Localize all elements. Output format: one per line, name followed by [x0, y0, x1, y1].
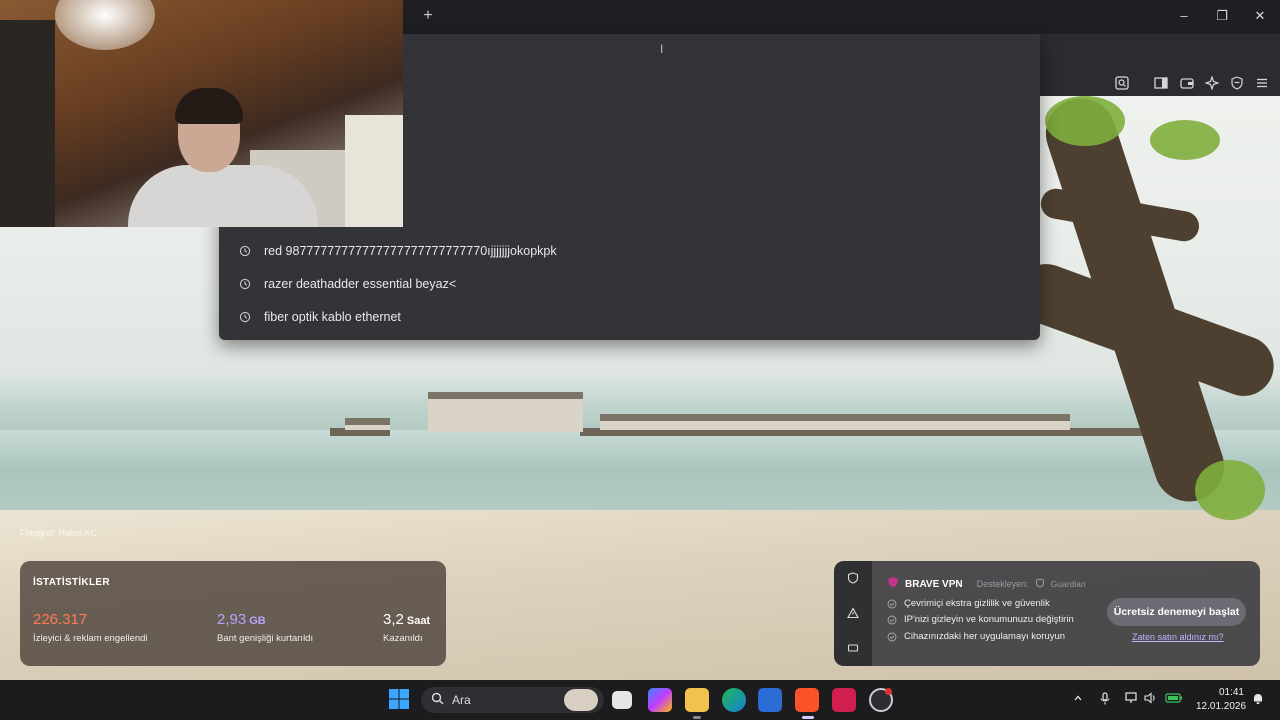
notifications-bell-icon[interactable] — [1250, 692, 1266, 708]
battery-charging-icon[interactable] — [1165, 692, 1182, 708]
menu-icon[interactable] — [1253, 76, 1271, 94]
vpn-sponsor-label: Destekleyen: — [976, 579, 1029, 589]
omnibox-suggestion[interactable]: red 98777777777777777777777777770ıjjjjjj… — [219, 234, 1040, 267]
vpn-widget: BRAVE VPN Destekleyen: Guardian Çevrimiç… — [834, 561, 1260, 666]
poster — [345, 115, 403, 227]
photo-credit: Fotoğraf: Rahul KC — [20, 528, 98, 538]
vpn-feature: Çevrimiçi ekstra gizlilik ve güvenlik — [887, 598, 1050, 609]
vpn-feature-text: Çevrimiçi ekstra gizlilik ve güvenlik — [904, 598, 1050, 609]
sidebar-icon[interactable] — [1152, 76, 1170, 94]
search-highlight-image — [564, 689, 598, 711]
clock-date: 12.01.2026 — [1196, 701, 1247, 712]
brave-vpn-logo-icon — [887, 575, 899, 593]
foliage — [1045, 96, 1125, 146]
stat-label: Kazanıldı — [383, 633, 423, 644]
taskbar-search-input[interactable] — [452, 693, 552, 707]
history-icon — [236, 275, 254, 293]
stat-value: 2,93 — [217, 611, 247, 628]
start-free-trial-button[interactable]: Ücretsiz denemeyi başlat — [1107, 598, 1246, 626]
stat-label: İzleyici & reklam engellendi — [33, 633, 148, 644]
stat-value: 3,2 — [383, 611, 404, 628]
maximize-button[interactable]: ❐ — [1210, 6, 1234, 26]
vpn-feature-text: Cihazınızdaki her uygulamayı koruyun — [904, 631, 1066, 642]
microsoft-store-icon[interactable] — [758, 688, 782, 712]
search-icon — [431, 692, 444, 708]
water-villas-row — [600, 414, 1070, 430]
stat-bandwidth-saved: 2,93 GB Bant genişliği kurtarıldı — [217, 611, 313, 644]
minimize-button[interactable]: – — [1172, 6, 1196, 26]
sea — [0, 430, 1280, 520]
microphone-icon[interactable] — [1097, 692, 1113, 708]
foliage — [1195, 460, 1265, 520]
stats-widget: İSTATİSTİKLER 226.317 İzleyici & reklam … — [20, 561, 446, 666]
shield-icon[interactable] — [846, 572, 860, 586]
network-icon[interactable] — [1124, 692, 1140, 708]
page-search-icon[interactable] — [1113, 76, 1131, 94]
water-villa-far — [345, 418, 390, 430]
suggestion-text: razer deathadder essential beyaz< — [264, 276, 457, 291]
guardian-logo-icon — [1035, 575, 1045, 593]
vpn-feature: IP'nizi gizleyin ve konumunuzu değiştiri… — [887, 614, 1074, 625]
vpn-title: BRAVE VPN — [905, 578, 963, 590]
vpn-feature-text: IP'nizi gizleyin ve konumunuzu değiştiri… — [904, 614, 1074, 625]
new-tab-button[interactable]: + — [418, 6, 438, 26]
running-indicator — [693, 716, 701, 719]
ticket-icon[interactable] — [846, 642, 860, 656]
notification-badge — [885, 688, 892, 695]
taskbar-search[interactable] — [421, 687, 604, 713]
vpn-sponsor-brand: Guardian — [1050, 579, 1086, 589]
forza-game-icon[interactable] — [832, 688, 856, 712]
edge-icon[interactable] — [722, 688, 746, 712]
ceiling-light — [55, 0, 155, 50]
warning-icon[interactable] — [846, 607, 860, 621]
stats-title: İSTATİSTİKLER — [33, 577, 110, 588]
close-button[interactable]: ✕ — [1248, 6, 1272, 26]
clock-time: 01:41 — [1218, 687, 1244, 698]
shelf — [0, 20, 55, 227]
person-hair — [175, 88, 243, 124]
copilot-icon[interactable] — [648, 688, 672, 712]
leo-ai-icon[interactable] — [1203, 75, 1221, 94]
vpn-header: BRAVE VPN Destekleyen: Guardian — [887, 575, 1086, 593]
stat-label: Bant genişliği kurtarıldı — [217, 633, 314, 644]
windows-start-icon[interactable] — [388, 688, 412, 712]
windows-taskbar: 01:41 12.01.2026 — [0, 680, 1280, 720]
suggestion-text: fiber optik kablo ethernet — [264, 309, 401, 324]
check-icon — [887, 615, 897, 625]
already-purchased-link[interactable]: Zaten satın aldınız mı? — [1132, 632, 1224, 642]
volume-icon[interactable] — [1142, 692, 1158, 708]
foliage — [1150, 120, 1220, 160]
stat-trackers-blocked: 226.317 İzleyici & reklam engellendi — [33, 611, 148, 644]
suggestion-text: red 98777777777777777777777777770ıjjjjjj… — [264, 243, 557, 258]
text-cursor-icon: I — [660, 42, 664, 56]
show-hidden-icons-icon[interactable] — [1070, 692, 1086, 708]
system-clock[interactable]: 01:41 12.01.2026 — [1196, 686, 1247, 714]
brave-browser-icon[interactable] — [795, 688, 819, 712]
history-icon — [236, 308, 254, 326]
omnibox-suggestion[interactable]: fiber optik kablo ethernet — [219, 300, 1040, 333]
stat-value: 226.317 — [33, 611, 88, 628]
file-explorer-icon[interactable] — [685, 688, 709, 712]
history-icon — [236, 242, 254, 260]
stat-unit: GB — [249, 615, 266, 627]
check-icon — [887, 599, 897, 609]
omnibox-suggestion[interactable]: razer deathadder essential beyaz< — [219, 267, 1040, 300]
stat-unit: Saat — [406, 615, 431, 627]
water-villa — [428, 392, 583, 432]
vpn-feature: Cihazınızdaki her uygulamayı koruyun — [887, 631, 1065, 642]
person-hoodie — [128, 165, 318, 227]
webcam-overlay — [0, 0, 403, 227]
check-icon — [887, 632, 897, 642]
task-view-icon[interactable] — [612, 691, 632, 709]
wallet-icon[interactable] — [1178, 76, 1196, 94]
active-indicator — [802, 716, 814, 719]
vpn-shield-icon[interactable] — [1228, 76, 1246, 94]
stat-time-saved: 3,2 Saat Kazanıldı — [383, 611, 430, 644]
widget-rail — [834, 561, 872, 666]
